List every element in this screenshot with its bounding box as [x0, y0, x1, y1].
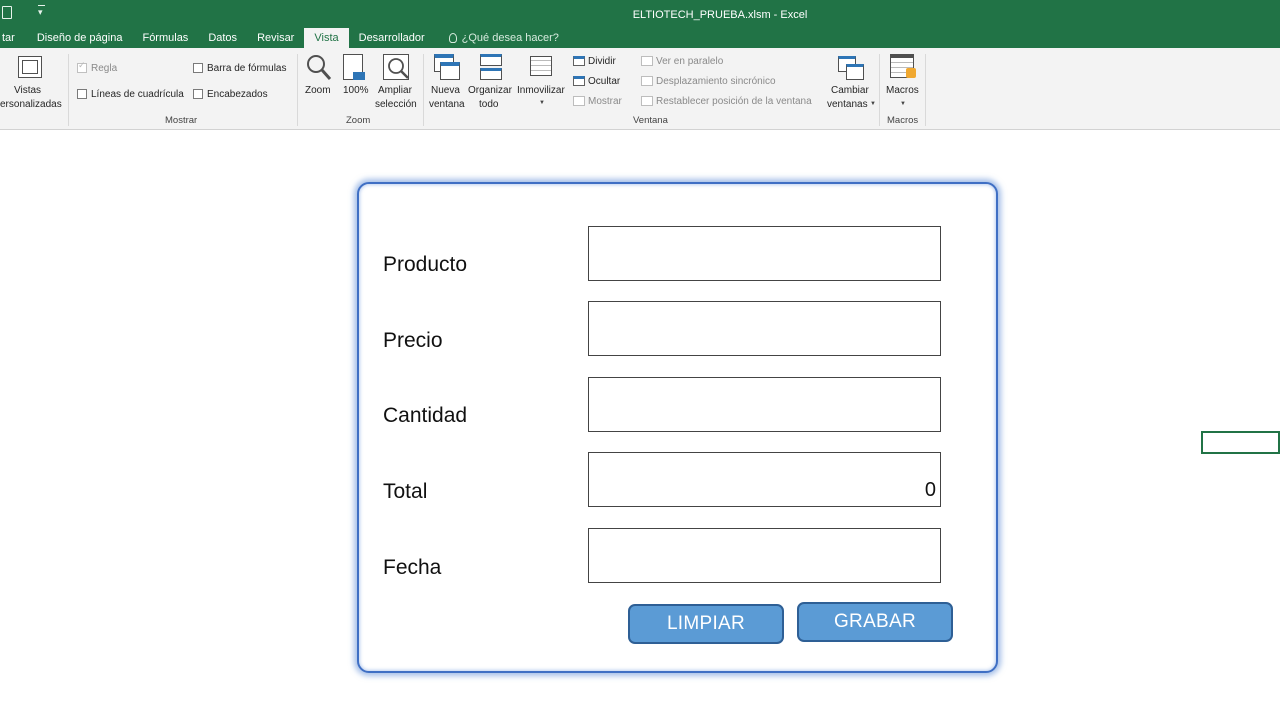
switch-windows-label-1[interactable]: Cambiar — [831, 84, 869, 97]
tell-me-placeholder: ¿Qué desea hacer? — [461, 32, 559, 44]
zoom-selection-label-2[interactable]: selección — [375, 98, 417, 111]
total-field: 0 — [588, 452, 941, 507]
lightbulb-icon — [448, 33, 457, 43]
lineas-cuadricula-label[interactable]: Líneas de cuadrícula — [91, 88, 184, 101]
hide-label[interactable]: Ocultar — [588, 75, 620, 88]
customize-qat-icon[interactable]: ▾ — [38, 5, 45, 17]
tab-vista[interactable]: Vista — [304, 28, 349, 48]
switch-windows-label-2[interactable]: ventanas — [827, 98, 868, 111]
unhide-label: Mostrar — [588, 96, 622, 107]
group-label-macros: Macros — [887, 115, 919, 126]
lineas-cuadricula-checkbox[interactable] — [77, 89, 87, 99]
tab-datos[interactable]: Datos — [198, 28, 247, 48]
regla-checkbox — [77, 60, 87, 73]
tell-me-box[interactable]: ¿Qué desea hacer? — [435, 28, 569, 48]
regla-label: Regla — [91, 63, 118, 74]
custom-views-icon[interactable] — [18, 56, 44, 80]
zoom-100-icon[interactable] — [343, 54, 367, 82]
window-title: ELTIOTECH_PRUEBA.xlsm - Excel — [632, 9, 808, 21]
precio-input[interactable] — [588, 301, 941, 356]
zoom-100-label[interactable]: 100% — [343, 84, 369, 97]
selected-cell[interactable] — [1201, 431, 1280, 454]
fecha-input[interactable] — [588, 528, 941, 583]
group-label-mostrar: Mostrar — [165, 115, 198, 126]
macros-dropdown-icon[interactable]: ▼ — [900, 101, 906, 107]
arrange-all-icon[interactable] — [480, 54, 504, 82]
producto-input[interactable] — [588, 226, 941, 281]
sync-scroll-icon — [641, 76, 653, 86]
unhide-icon — [573, 96, 585, 106]
group-label-ventana: Ventana — [633, 115, 668, 126]
total-label: Total — [383, 480, 428, 503]
arrange-all-label-2[interactable]: todo — [479, 98, 498, 111]
limpiar-button[interactable]: LIMPIAR — [628, 604, 784, 644]
grabar-button[interactable]: GRABAR — [797, 602, 953, 642]
custom-views-label-1[interactable]: Vistas — [14, 84, 41, 97]
encabezados-checkbox[interactable] — [193, 89, 203, 99]
ribbon-tabs: tar Diseño de página Fórmulas Datos Revi… — [0, 28, 569, 48]
title-bar: ▾ ELTIOTECH_PRUEBA.xlsm - Excel tar Dise… — [0, 0, 1280, 48]
freeze-panes-icon[interactable] — [530, 56, 554, 80]
reset-position-label: Restablecer posición de la ventana — [656, 96, 812, 107]
encabezados-label[interactable]: Encabezados — [207, 88, 268, 101]
macros-label[interactable]: Macros — [886, 84, 919, 97]
tab-desarrollador[interactable]: Desarrollador — [349, 28, 435, 48]
producto-label: Producto — [383, 253, 468, 276]
side-by-side-icon — [641, 56, 653, 66]
ribbon: Vistas ersonalizadas Regla Líneas de cua… — [0, 48, 1280, 130]
save-icon[interactable] — [2, 6, 12, 19]
switch-windows-dropdown-icon[interactable]: ▼ — [870, 101, 876, 107]
tab-revisar[interactable]: Revisar — [247, 28, 304, 48]
tab-diseno-pagina[interactable]: Diseño de página — [27, 28, 133, 48]
freeze-panes-label[interactable]: Inmovilizar — [517, 84, 565, 97]
group-label-zoom: Zoom — [346, 115, 371, 126]
sync-scroll-label: Desplazamiento sincrónico — [656, 76, 776, 87]
tab-insertar[interactable]: tar — [0, 28, 27, 48]
macros-icon[interactable] — [890, 54, 918, 82]
switch-windows-icon[interactable] — [838, 54, 866, 82]
freeze-panes-dropdown-icon[interactable]: ▼ — [539, 100, 545, 106]
barra-formulas-checkbox[interactable] — [193, 63, 203, 73]
arrange-all-label-1[interactable]: Organizar — [468, 84, 512, 97]
cantidad-label: Cantidad — [383, 404, 468, 427]
zoom-selection-label-1[interactable]: Ampliar — [378, 84, 412, 97]
barra-formulas-label[interactable]: Barra de fórmulas — [207, 62, 286, 75]
cantidad-input[interactable] — [588, 377, 941, 432]
new-window-label-1[interactable]: Nueva — [431, 84, 460, 97]
precio-label: Precio — [383, 329, 443, 352]
split-label[interactable]: Dividir — [588, 55, 616, 68]
hide-icon[interactable] — [573, 76, 585, 86]
side-by-side-label: Ver en paralelo — [656, 56, 724, 67]
tab-formulas[interactable]: Fórmulas — [132, 28, 198, 48]
split-icon[interactable] — [573, 56, 585, 66]
new-window-icon[interactable] — [434, 54, 460, 82]
zoom-label[interactable]: Zoom — [305, 84, 331, 97]
reset-position-icon — [641, 96, 653, 106]
zoom-icon[interactable] — [306, 54, 332, 82]
zoom-selection-icon[interactable] — [383, 54, 411, 82]
custom-views-label-2[interactable]: ersonalizadas — [0, 98, 62, 111]
fecha-label: Fecha — [383, 556, 442, 579]
new-window-label-2[interactable]: ventana — [429, 98, 465, 111]
